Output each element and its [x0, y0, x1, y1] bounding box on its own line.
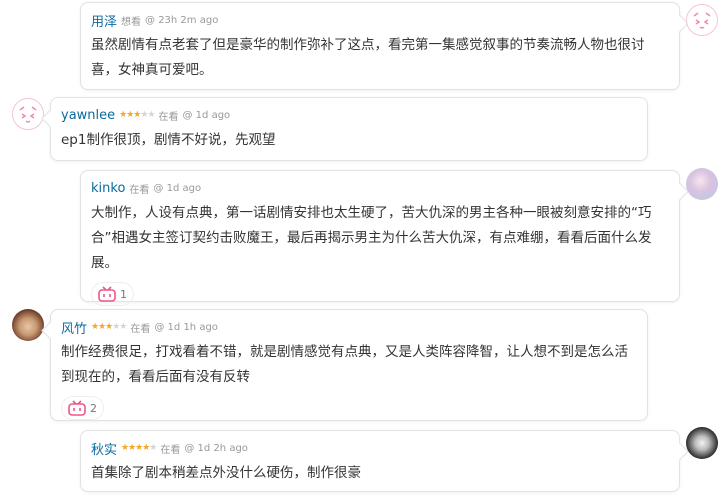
username[interactable]: kinko [91, 181, 125, 196]
username[interactable]: 风竹 [61, 318, 87, 337]
comment-card: 风竹 ★★★★★ 在看 @ 1d 1h ago 制作经费很足，打戏看着不错，就是… [50, 309, 648, 421]
timestamp: @ 23h 2m ago [145, 14, 219, 26]
like-count: 2 [90, 401, 97, 415]
comment-card: kinko 在看 @ 1d ago 大制作，人设有点典，第一话剧情安排也太生硬了… [80, 170, 680, 306]
tv-like-icon [68, 400, 86, 416]
star-rating: ★★★★★ [91, 322, 127, 332]
watch-status: 在看 [158, 111, 179, 123]
username[interactable]: yawnlee [61, 108, 115, 123]
star-rating: ★★★★★ [121, 443, 157, 453]
bilibili-tv-avatar[interactable] [12, 98, 44, 130]
like-count: 1 [120, 287, 127, 301]
like-button[interactable]: 1 [91, 282, 134, 306]
comment-card: 用泽 想看 @ 23h 2m ago 虽然剧情有点老套了但是豪华的制作弥补了这点… [80, 2, 680, 90]
user-avatar[interactable] [686, 168, 718, 200]
timestamp: @ 1d 2h ago [184, 442, 248, 454]
comment-card: yawnlee ★★★★★ 在看 @ 1d ago ep1制作很顶，剧情不好说，… [50, 97, 648, 161]
user-avatar[interactable] [12, 309, 44, 341]
comment-text: 制作经费很足，打戏看着不错，就是剧情感觉有点典，又是人类阵容降智，让人想不到是怎… [61, 344, 628, 385]
tv-like-icon [98, 286, 116, 302]
timestamp: @ 1d 1h ago [154, 321, 218, 333]
comment-text: 虽然剧情有点老套了但是豪华的制作弥补了这点，看完第一集感觉叙事的节奏流畅人物也很… [91, 37, 645, 78]
watch-status: 在看 [130, 323, 151, 335]
comment-text: 大制作，人设有点典，第一话剧情安排也太生硬了，苦大仇深的男主各种一眼被刻意安排的… [91, 205, 652, 271]
watch-status: 在看 [160, 444, 181, 456]
username[interactable]: 用泽 [91, 11, 117, 30]
username[interactable]: 秋实 [91, 439, 117, 458]
timestamp: @ 1d ago [153, 182, 202, 194]
star-rating: ★★★★★ [119, 110, 155, 120]
watch-status: 想看 [121, 16, 142, 28]
watch-status: 在看 [129, 184, 150, 196]
comment-card: 秋实 ★★★★★ 在看 @ 1d 2h ago 首集除了剧本稍差点外没什么硬伤，… [80, 430, 680, 492]
bilibili-tv-avatar[interactable] [686, 4, 718, 36]
timestamp: @ 1d ago [182, 109, 231, 121]
comment-text: 首集除了剧本稍差点外没什么硬伤，制作很豪 [91, 465, 361, 481]
like-button[interactable]: 2 [61, 396, 104, 420]
comment-text: ep1制作很顶，剧情不好说，先观望 [61, 132, 276, 148]
user-avatar[interactable] [686, 427, 718, 459]
